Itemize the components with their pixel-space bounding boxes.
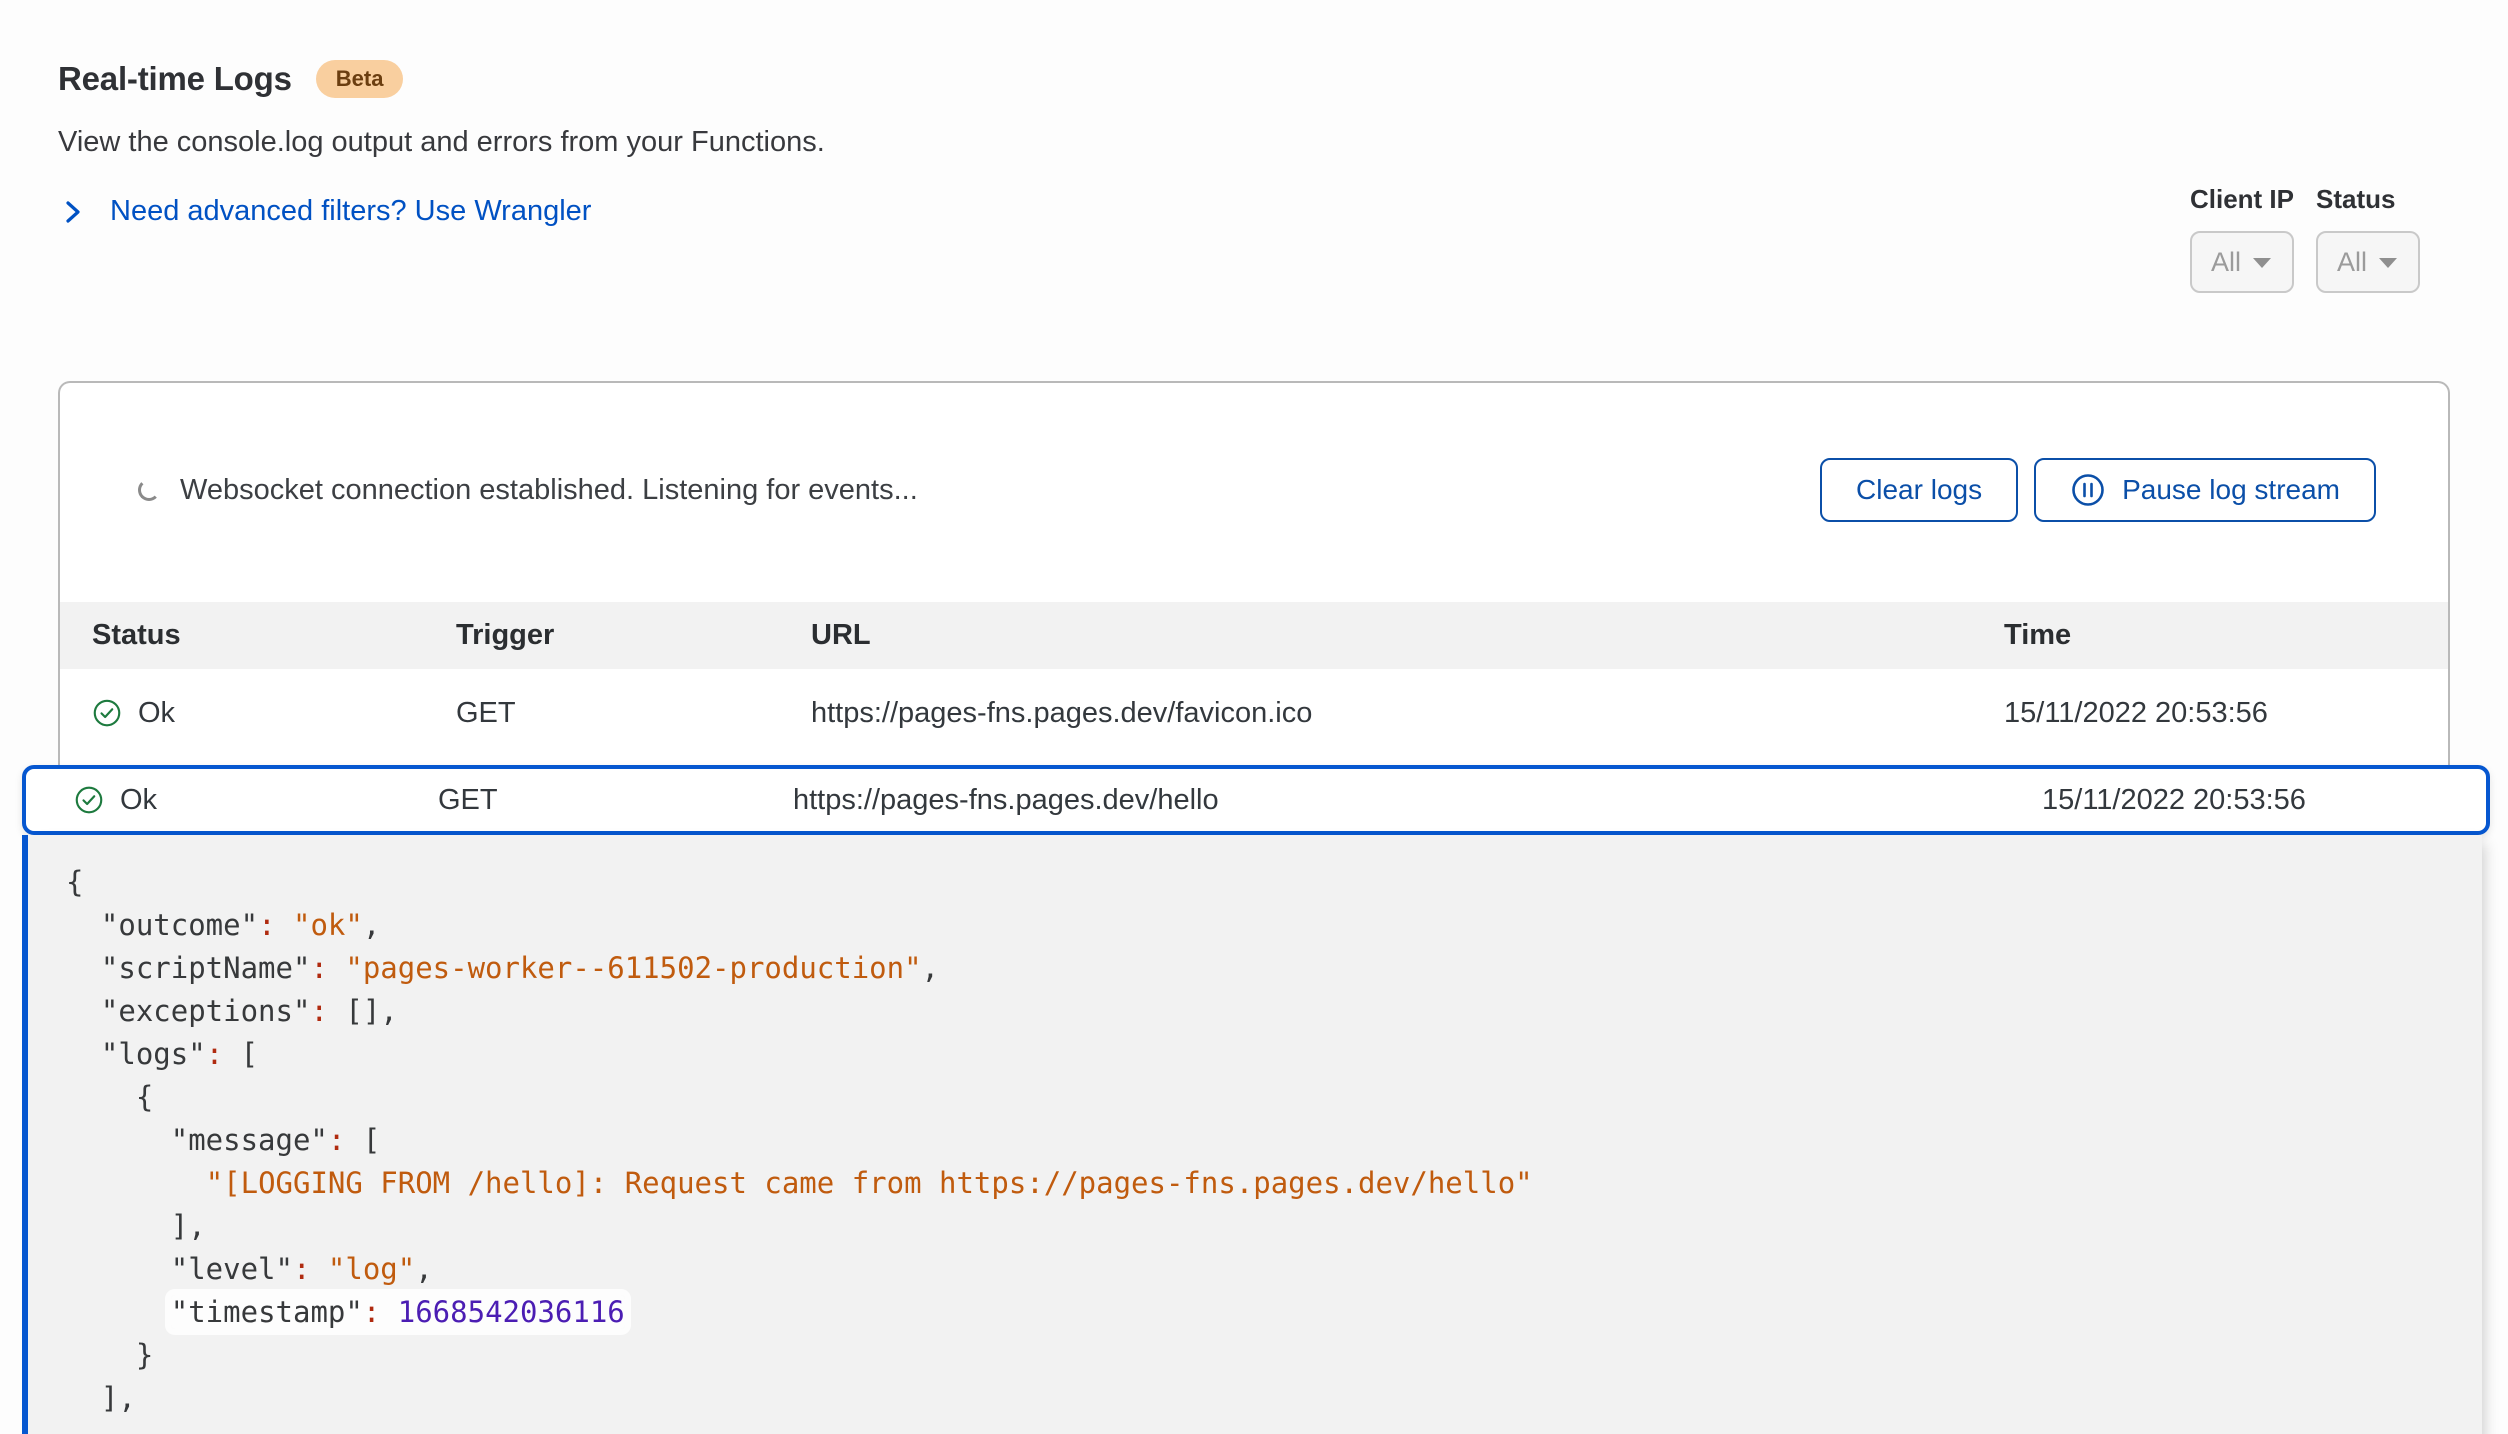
page-header: Real-time Logs Beta View the console.log… [0,0,2508,228]
client-ip-dropdown-value: All [2211,247,2241,278]
expanded-log-detail: { "outcome": "ok", "scriptName": "pages-… [22,835,2482,1434]
pause-icon [2070,472,2106,508]
client-ip-dropdown[interactable]: All [2190,231,2294,293]
expanded-row-time: 15/11/2022 20:53:56 [2042,784,2486,817]
row-status: Ok [138,697,175,730]
status-dropdown-value: All [2337,247,2367,278]
caret-down-icon [2377,247,2399,278]
status-filter-label: Status [2316,184,2420,215]
expanded-log-entry: Ok GET https://pages-fns.pages.dev/hello… [22,765,2490,1434]
expanded-row-status: Ok [120,784,157,817]
status-dropdown[interactable]: All [2316,231,2420,293]
logs-panel: Websocket connection established. Listen… [58,381,2450,765]
table-header-row: Status Trigger URL Time [60,602,2448,669]
column-header-time: Time [2004,619,2448,652]
check-circle-icon [74,785,104,815]
column-header-trigger: Trigger [456,619,811,652]
realtime-logs-page: Real-time Logs Beta View the console.log… [0,0,2508,1434]
page-subtitle: View the console.log output and errors f… [58,126,2508,159]
clear-logs-label: Clear logs [1856,474,1982,506]
pause-log-stream-button[interactable]: Pause log stream [2034,458,2376,522]
caret-down-icon [2251,247,2273,278]
column-header-url: URL [811,619,2004,652]
chevron-right-icon [58,197,88,227]
clear-logs-button[interactable]: Clear logs [1820,458,2018,522]
json-code: { "outcome": "ok", "scriptName": "pages-… [66,861,2442,1420]
pause-log-stream-label: Pause log stream [2122,474,2340,506]
spinner-icon [138,479,160,501]
client-ip-label: Client IP [2190,184,2294,215]
beta-badge: Beta [316,60,404,98]
log-table: Status Trigger URL Time Ok GET https://p… [60,602,2448,757]
row-trigger: GET [456,697,811,730]
row-url: https://pages-fns.pages.dev/favicon.ico [811,697,2004,730]
websocket-status-text: Websocket connection established. Listen… [180,474,918,507]
wrangler-link[interactable]: Need advanced filters? Use Wrangler [58,195,591,228]
check-circle-icon [92,698,122,728]
log-filters: Client IP All Status All [2190,184,2420,293]
expanded-row-trigger: GET [438,784,793,817]
expanded-row-url: https://pages-fns.pages.dev/hello [793,784,2042,817]
table-row[interactable]: Ok GET https://pages-fns.pages.dev/favic… [60,669,2448,757]
logs-toolbar: Websocket connection established. Listen… [60,458,2448,522]
expanded-table-row[interactable]: Ok GET https://pages-fns.pages.dev/hello… [22,765,2490,835]
column-header-status: Status [60,619,456,652]
wrangler-link-label: Need advanced filters? Use Wrangler [110,195,591,228]
page-title: Real-time Logs [58,60,292,98]
row-time: 15/11/2022 20:53:56 [2004,697,2448,730]
